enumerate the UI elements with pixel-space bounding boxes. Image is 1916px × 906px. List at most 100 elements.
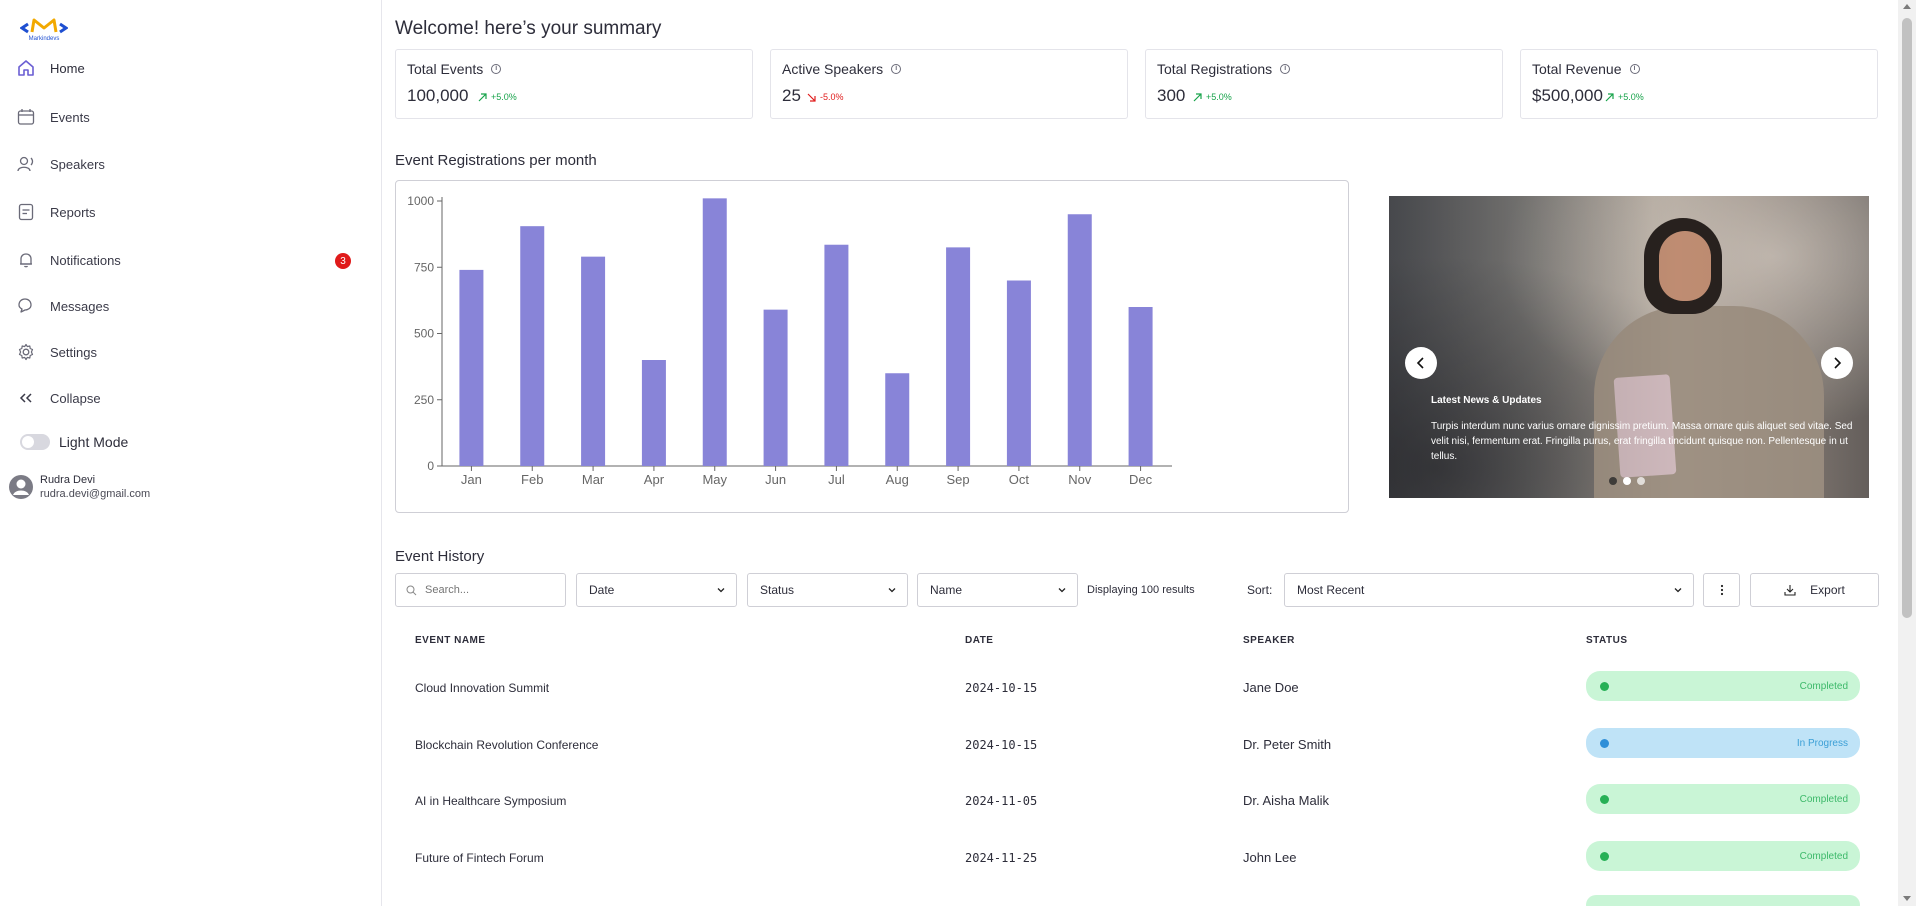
status-label: Completed: [1799, 793, 1848, 805]
chevron-left-icon: [1416, 357, 1424, 369]
sidebar-item-label: Reports: [50, 204, 96, 220]
status-badge: [1586, 895, 1860, 906]
news-carousel: Latest News & Updates Turpis interdum nu…: [1389, 196, 1869, 498]
event-name-cell: Future of Fintech Forum: [415, 851, 544, 865]
stat-value: 25: [782, 86, 801, 105]
y-tick-label: 500: [414, 327, 434, 341]
column-header-event-name[interactable]: EVENT NAME: [415, 635, 486, 646]
event-name-cell: AI in Healthcare Symposium: [415, 794, 567, 808]
stat-title: Total Revenue: [1532, 61, 1622, 77]
column-header-status[interactable]: STATUS: [1586, 635, 1628, 646]
stat-card-total-revenue: Total Revenue i $500,000 +5.0%: [1520, 49, 1878, 119]
search-box: [395, 573, 566, 607]
bar-feb: [520, 226, 545, 466]
kebab-menu-icon: [1720, 584, 1723, 596]
sidebar-item-reports[interactable]: Reports: [14, 194, 369, 230]
arrow-up-right-icon: [1605, 92, 1614, 101]
avatar: [8, 474, 34, 500]
info-icon[interactable]: i: [491, 64, 502, 74]
sidebar-item-home[interactable]: Home: [14, 50, 369, 86]
x-tick-label: Jun: [765, 472, 786, 487]
stat-value: 100,000: [407, 86, 469, 105]
table-row[interactable]: Blockchain Revolution Conference 2024-10…: [395, 725, 1880, 765]
status-badge: In Progress: [1586, 728, 1860, 758]
bar-jun: [763, 309, 788, 466]
stat-trend-value: +5.0%: [1618, 92, 1644, 102]
table-header: EVENT NAME DATE SPEAKER STATUS: [395, 635, 1880, 649]
event-name-cell: Blockchain Revolution Conference: [415, 738, 599, 752]
theme-toggle[interactable]: [20, 434, 50, 450]
results-count: Displaying 100 results: [1087, 584, 1195, 596]
status-filter-select[interactable]: Status: [747, 573, 908, 607]
sidebar-item-label: Notifications: [50, 252, 121, 268]
x-tick-label: Oct: [1009, 472, 1030, 487]
stat-card-total-registrations: Total Registrations i 300 +5.0%: [1145, 49, 1503, 119]
page-scrollbar[interactable]: [1898, 0, 1916, 906]
arrow-up-right-icon: [478, 92, 487, 101]
select-value: Status: [760, 583, 795, 597]
gear-icon: [14, 340, 38, 364]
sidebar-item-messages[interactable]: Messages: [14, 288, 369, 324]
export-button[interactable]: Export: [1750, 573, 1879, 607]
carousel-dot[interactable]: [1609, 477, 1617, 485]
name-filter-select[interactable]: Name: [917, 573, 1078, 607]
scroll-up-arrow[interactable]: [1903, 4, 1911, 9]
x-tick-label: Jan: [461, 472, 482, 487]
stat-trend: +5.0%: [1193, 92, 1232, 102]
theme-toggle-label: Light Mode: [59, 434, 129, 450]
sidebar-item-events[interactable]: Events: [14, 99, 369, 135]
scroll-down-arrow[interactable]: [1903, 896, 1911, 901]
bar-nov: [1067, 214, 1092, 466]
sidebar-item-collapse[interactable]: Collapse: [14, 380, 369, 416]
select-value: Name: [930, 583, 963, 597]
stat-trend-value: +5.0%: [1206, 92, 1232, 102]
column-header-date[interactable]: DATE: [965, 635, 993, 646]
status-badge: Completed: [1586, 671, 1860, 701]
stat-card-active-speakers: Active Speakers i 25 -5.0%: [770, 49, 1128, 119]
notification-count-badge: 3: [335, 253, 351, 269]
logo[interactable]: Markindevs: [19, 14, 69, 42]
sidebar-item-label: Collapse: [50, 390, 101, 406]
user-profile[interactable]: Rudra Devi rudra.devi@gmail.com: [8, 473, 150, 501]
x-tick-label: Jul: [828, 472, 845, 487]
table-row[interactable]: Cloud Innovation Summit 2024-10-15 Jane …: [395, 668, 1880, 708]
bar-apr: [641, 360, 666, 466]
stat-trend: -5.0%: [807, 92, 844, 102]
speaker-cell: Dr. Peter Smith: [1243, 737, 1332, 752]
date-filter-select[interactable]: Date: [576, 573, 737, 607]
sidebar-item-label: Speakers: [50, 156, 105, 172]
bar-jan: [459, 269, 484, 466]
carousel-prev-button[interactable]: [1405, 347, 1437, 379]
stat-title: Total Events: [407, 61, 484, 77]
sidebar-item-settings[interactable]: Settings: [14, 334, 369, 370]
x-tick-label: Nov: [1068, 472, 1092, 487]
info-icon[interactable]: i: [891, 64, 902, 74]
export-label: Export: [1810, 583, 1845, 597]
carousel-dot[interactable]: [1623, 477, 1631, 485]
sidebar-item-label: Messages: [50, 298, 110, 314]
sidebar-item-notifications[interactable]: Notifications 3: [14, 242, 369, 278]
status-label: Completed: [1799, 850, 1848, 862]
column-header-speaker[interactable]: SPEAKER: [1243, 635, 1295, 646]
table-row[interactable]: Future of Fintech Forum 2024-11-25 John …: [395, 838, 1880, 878]
sidebar-item-speakers[interactable]: Speakers: [14, 146, 369, 182]
sort-select[interactable]: Most Recent: [1284, 573, 1694, 607]
info-icon[interactable]: i: [1629, 64, 1640, 74]
chevron-down-icon: [1058, 588, 1066, 593]
more-options-button[interactable]: [1703, 573, 1740, 607]
info-icon[interactable]: i: [1280, 64, 1291, 74]
carousel-next-button[interactable]: [1821, 347, 1853, 379]
sidebar: Markindevs Home Events Speakers Reports …: [0, 0, 382, 906]
status-label: In Progress: [1796, 737, 1848, 749]
table-row[interactable]: [395, 893, 1880, 906]
search-input[interactable]: [425, 584, 555, 596]
table-row[interactable]: AI in Healthcare Symposium 2024-11-05 Dr…: [395, 781, 1880, 821]
date-cell: 2024-11-05: [965, 794, 1038, 808]
chevron-down-icon: [888, 588, 896, 593]
page-title: Welcome! here’s your summary: [395, 18, 662, 39]
scroll-thumb[interactable]: [1902, 18, 1912, 618]
carousel-title: Latest News & Updates: [1431, 395, 1542, 406]
carousel-dot[interactable]: [1637, 477, 1645, 485]
carousel-dots: [1609, 477, 1651, 485]
event-name-cell: Cloud Innovation Summit: [415, 681, 550, 695]
